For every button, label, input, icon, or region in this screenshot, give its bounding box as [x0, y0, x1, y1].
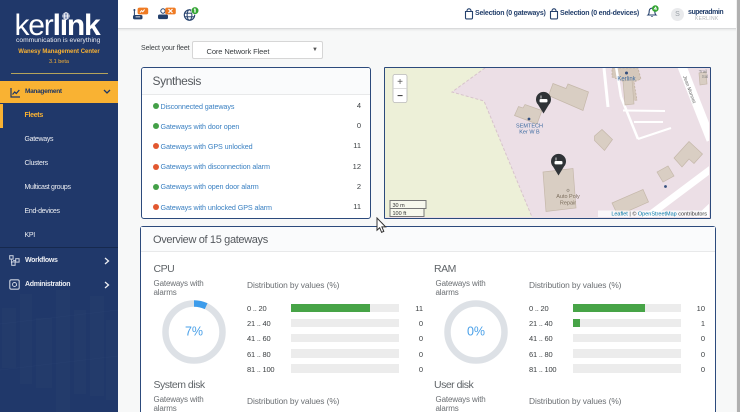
svg-text:Sal: Sal — [702, 74, 709, 79]
svg-text:30 m: 30 m — [393, 203, 406, 209]
svg-text:−: − — [397, 91, 403, 102]
svg-text:Kerlink: Kerlink — [617, 76, 636, 82]
svg-text:+: + — [397, 77, 403, 88]
svg-text:Ker W B: Ker W B — [519, 129, 540, 135]
svg-text:Repair: Repair — [560, 200, 576, 206]
svg-text:Auto Poly: Auto Poly — [556, 194, 580, 200]
svg-text:Leaflet | © OpenStreetMap cont: Leaflet | © OpenStreetMap contributors — [611, 210, 707, 217]
svg-text:7%: 7% — [184, 324, 202, 338]
svg-text:0%: 0% — [466, 324, 484, 338]
svg-text:100 ft: 100 ft — [393, 211, 407, 217]
